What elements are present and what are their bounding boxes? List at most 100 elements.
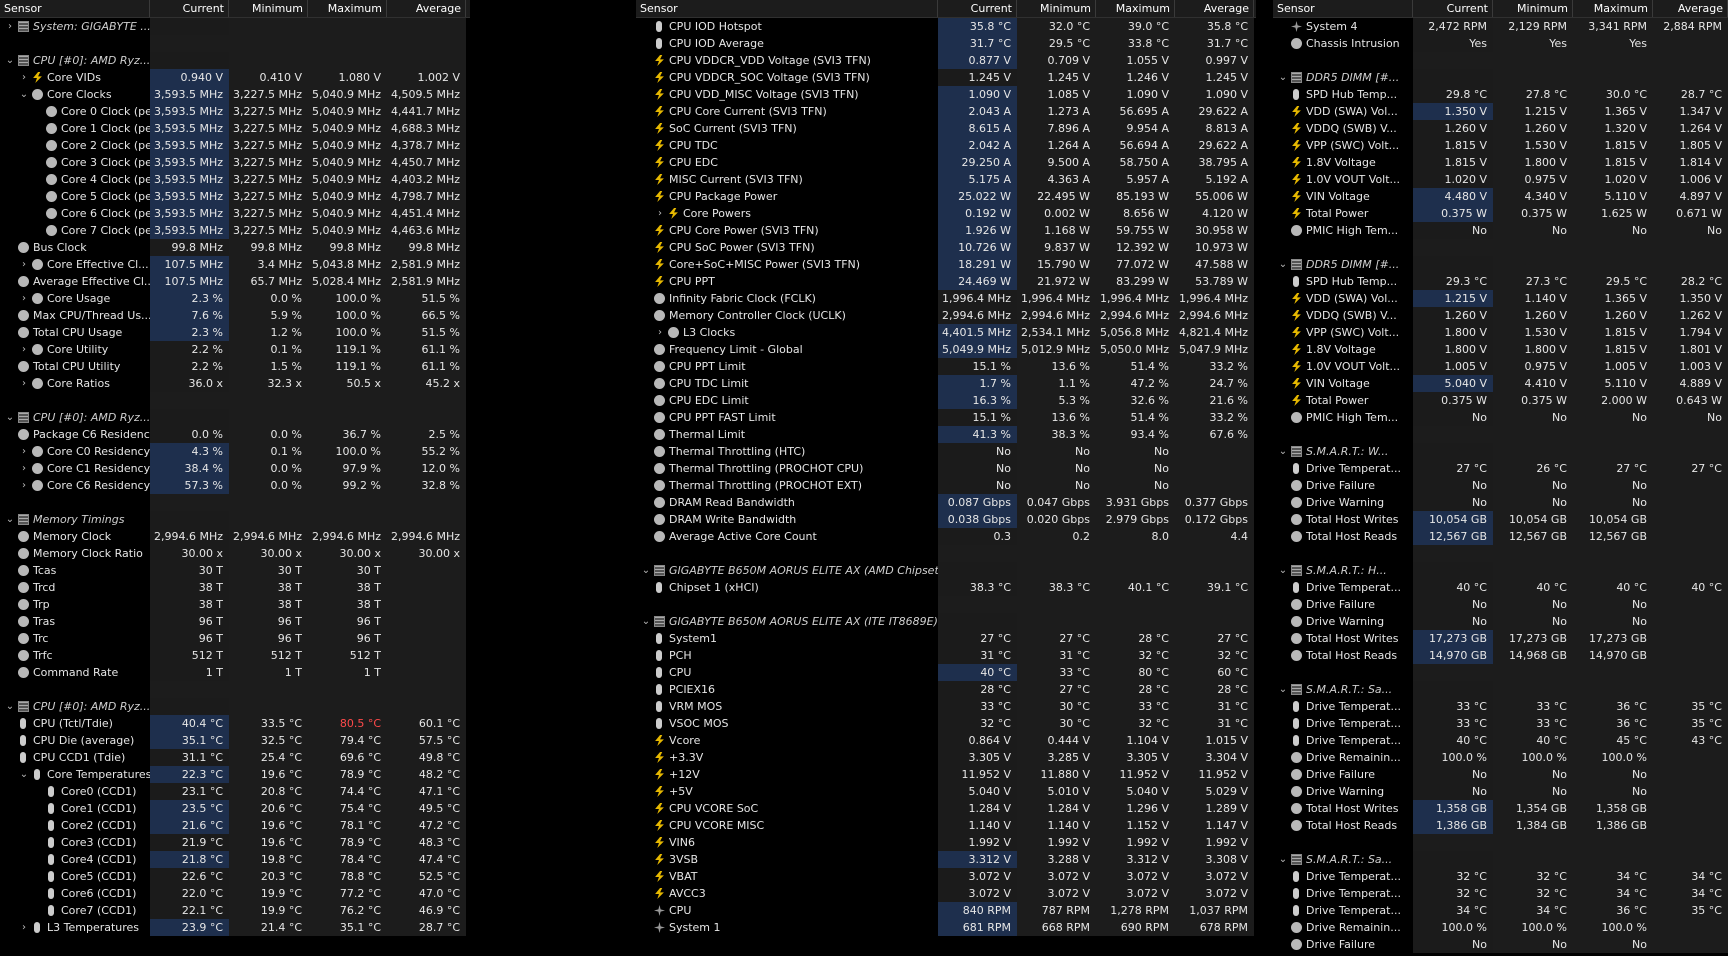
group-header-row[interactable]: ⌄ S.M.A.R.T.: W...	[1273, 443, 1728, 460]
sensor-pane-1[interactable]: Sensor Current Minimum Maximum Average › Syste…	[0, 0, 470, 956]
sensor-row[interactable]: AVCC3 3.072 V 3.072 V 3.072 V 3.072 V	[636, 885, 1256, 902]
sensor-row[interactable]: Chipset 1 (xHCI) 38.3 °C 38.3 °C 40.1 °C 39.…	[636, 579, 1256, 596]
expand-arrow-icon[interactable]: ›	[18, 477, 30, 494]
group-header-row[interactable]: ⌄ GIGABYTE B650M AORUS ELITE AX (ITE IT86…	[636, 613, 1256, 630]
sensor-name-cell[interactable]: SoC Current (SVI3 TFN)	[636, 120, 938, 137]
sensor-row[interactable]: Thermal Throttling (PROCHOT CPU) No No No	[636, 460, 1256, 477]
sensor-name-cell[interactable]: Drive Temperat...	[1273, 460, 1413, 477]
sensor-row[interactable]: Infinity Fabric Clock (FCLK) 1,996.4 MHz 1…	[636, 290, 1256, 307]
sensor-row[interactable]: Trp 38 T 38 T 38 T	[0, 596, 470, 613]
group-header-row[interactable]: ⌄ S.M.A.R.T.: H...	[1273, 562, 1728, 579]
sensor-name-cell[interactable]: PMIC High Tem...	[1273, 409, 1413, 426]
sensor-row[interactable]: Core2 (CCD1) 21.6 °C 19.6 °C 78.1 °C 47.2 °C	[0, 817, 470, 834]
sensor-row[interactable]: VDD (SWA) Vol... 1.350 V 1.215 V 1.365 V 1.3…	[1273, 103, 1728, 120]
sensor-row[interactable]: CPU CCD1 (Tdie) 31.1 °C 25.4 °C 69.6 °C 49.8…	[0, 749, 470, 766]
sensor-row[interactable]: Vcore 0.864 V 0.444 V 1.104 V 1.015 V	[636, 732, 1256, 749]
sensor-row[interactable]: Core 3 Clock (per...3,593.5 MHz3,227.5 M…	[0, 154, 470, 171]
sensor-name-cell[interactable]: VIN Voltage	[1273, 188, 1413, 205]
sensor-row[interactable]: Chassis Intrusion Yes Yes Yes	[1273, 35, 1728, 52]
sensor-row[interactable]: CPU Die (average) 35.1 °C 32.5 °C 79.4 °C 57…	[0, 732, 470, 749]
sensor-row[interactable]: +12V 11.952 V 11.880 V 11.952 V 11.952 V	[636, 766, 1256, 783]
group-header-row[interactable]: ⌄ CPU [#0]: AMD Ryz...	[0, 409, 470, 426]
sensor-name-cell[interactable]: Memory Controller Clock (UCLK)	[636, 307, 938, 324]
sensor-name-cell[interactable]: › Core C1 Residency	[0, 460, 150, 477]
sensor-row[interactable]: Drive Temperat... 27 °C 26 °C 27 °C 27 °C	[1273, 460, 1728, 477]
sensor-row[interactable]: Core5 (CCD1) 22.6 °C 20.3 °C 78.8 °C 52.5 °C	[0, 868, 470, 885]
sensor-row[interactable]: VBAT 3.072 V 3.072 V 3.072 V 3.072 V	[636, 868, 1256, 885]
sensor-name-cell[interactable]: 3VSB	[636, 851, 938, 868]
sensor-row[interactable]: Memory Clock 2,994.6 MHz 2,994.6 MHz 2,994.…	[0, 528, 470, 545]
sensor-name-cell[interactable]: Total Host Reads	[1273, 817, 1413, 834]
sensor-name-cell[interactable]: Drive Temperat...	[1273, 579, 1413, 596]
collapse-arrow-icon[interactable]: ⌄	[1277, 256, 1289, 273]
sensor-name-cell[interactable]: Drive Temperat...	[1273, 698, 1413, 715]
sensor-name-cell[interactable]: ⌄ Core Temperatures	[0, 766, 150, 783]
sensor-name-cell[interactable]: CPU VCORE SoC	[636, 800, 938, 817]
sensor-row[interactable]: Core+SoC+MISC Power (SVI3 TFN) 18.291 W 15…	[636, 256, 1256, 273]
sensor-row[interactable]: CPU 840 RPM 787 RPM 1,278 RPM 1,037 RPM	[636, 902, 1256, 919]
sensor-name-cell[interactable]: Chipset 1 (xHCI)	[636, 579, 938, 596]
sensor-row[interactable]: DRAM Read Bandwidth 0.087 Gbps 0.047 Gbps 3…	[636, 494, 1256, 511]
sensor-row[interactable]: Total CPU Utility 2.2 % 1.5 % 119.1 % 61.1 %	[0, 358, 470, 375]
sensor-row[interactable]: › Core C0 Residency 4.3 % 0.1 % 100.0 % 55.2 …	[0, 443, 470, 460]
sensor-name-cell[interactable]: ⌄ CPU [#0]: AMD Ryz...	[0, 409, 150, 426]
sensor-pane-2[interactable]: Sensor Current Minimum Maximum Average CPU IO…	[636, 0, 1256, 956]
sensor-name-cell[interactable]: Core 7 Clock (per...	[0, 222, 150, 239]
sensor-row[interactable]: VDD (SWA) Vol... 1.215 V 1.140 V 1.365 V 1.3…	[1273, 290, 1728, 307]
sensor-row[interactable]: CPU VCORE MISC 1.140 V 1.140 V 1.152 V 1.147…	[636, 817, 1256, 834]
sensor-name-cell[interactable]: CPU PPT FAST Limit	[636, 409, 938, 426]
collapse-arrow-icon[interactable]: ⌄	[4, 409, 16, 426]
header-average[interactable]: Average	[1175, 0, 1254, 17]
sensor-row[interactable]: Memory Clock Ratio 30.00 x 30.00 x 30.00 x3…	[0, 545, 470, 562]
sensor-name-cell[interactable]: CPU Core Current (SVI3 TFN)	[636, 103, 938, 120]
header-minimum[interactable]: Minimum	[1493, 0, 1573, 17]
sensor-row[interactable]: Command Rate 1 T1 T1 T	[0, 664, 470, 681]
collapse-arrow-icon[interactable]: ⌄	[4, 698, 16, 715]
sensor-name-cell[interactable]: Package C6 Residency	[0, 426, 150, 443]
header-maximum[interactable]: Maximum	[1096, 0, 1175, 17]
sensor-row[interactable]: Core6 (CCD1) 22.0 °C 19.9 °C 77.2 °C 47.0 °C	[0, 885, 470, 902]
sensor-name-cell[interactable]: Average Active Core Count	[636, 528, 938, 545]
sensor-row[interactable]: VIN Voltage 4.480 V 4.340 V 5.110 V 4.897 V	[1273, 188, 1728, 205]
sensor-name-cell[interactable]: CPU PPT Limit	[636, 358, 938, 375]
sensor-name-cell[interactable]: Core+SoC+MISC Power (SVI3 TFN)	[636, 256, 938, 273]
sensor-row[interactable]: CPU 40 °C 33 °C 80 °C 60 °C	[636, 664, 1256, 681]
sensor-name-cell[interactable]: Core0 (CCD1)	[0, 783, 150, 800]
sensor-name-cell[interactable]: CPU Core Power (SVI3 TFN)	[636, 222, 938, 239]
header-current[interactable]: Current	[1413, 0, 1493, 17]
sensor-name-cell[interactable]: Drive Temperat...	[1273, 902, 1413, 919]
sensor-row[interactable]: Drive Failure No No No	[1273, 477, 1728, 494]
sensor-name-cell[interactable]: System 1	[636, 919, 938, 936]
sensor-name-cell[interactable]: Average Effective Cl...	[0, 273, 150, 290]
sensor-name-cell[interactable]: AVCC3	[636, 885, 938, 902]
sensor-name-cell[interactable]: Drive Temperat...	[1273, 885, 1413, 902]
sensor-name-cell[interactable]: › Core C0 Residency	[0, 443, 150, 460]
group-header-row[interactable]: ⌄ Memory Timings	[0, 511, 470, 528]
sensor-name-cell[interactable]: Memory Clock Ratio	[0, 545, 150, 562]
sensor-row[interactable]: CPU SoC Power (SVI3 TFN) 10.726 W 9.837 W1…	[636, 239, 1256, 256]
sensor-name-cell[interactable]: DRAM Read Bandwidth	[636, 494, 938, 511]
collapse-arrow-icon[interactable]: ⌄	[640, 613, 652, 630]
header-current[interactable]: Current	[938, 0, 1017, 17]
sensor-row[interactable]: Drive Failure No No No	[1273, 936, 1728, 953]
sensor-row[interactable]: › Core Powers 0.192 W 0.002 W 8.656 W 4.120 W	[636, 205, 1256, 222]
sensor-row[interactable]: Total Power 0.375 W 0.375 W 2.000 W 0.643 W	[1273, 392, 1728, 409]
sensor-row[interactable]: CPU IOD Average 31.7 °C 29.5 °C 33.8 °C 31.7…	[636, 35, 1256, 52]
sensor-name-cell[interactable]: Core1 (CCD1)	[0, 800, 150, 817]
sensor-row[interactable]: Drive Temperat... 33 °C 33 °C 36 °C 35 °C	[1273, 715, 1728, 732]
sensor-row[interactable]: Total Host Writes 1,358 GB 1,354 GB 1,358 G…	[1273, 800, 1728, 817]
sensor-name-cell[interactable]: CPU TDC	[636, 137, 938, 154]
sensor-name-cell[interactable]: Trcd	[0, 579, 150, 596]
sensor-row[interactable]: System1 27 °C 27 °C 28 °C 27 °C	[636, 630, 1256, 647]
sensor-name-cell[interactable]: CPU IOD Hotspot	[636, 18, 938, 35]
sensor-name-cell[interactable]: › Core Usage	[0, 290, 150, 307]
sensor-name-cell[interactable]: Drive Failure	[1273, 936, 1413, 953]
sensor-name-cell[interactable]: Total Host Writes	[1273, 511, 1413, 528]
sensor-row[interactable]: CPU PPT FAST Limit 15.1 % 13.6 % 51.4 % 33.2…	[636, 409, 1256, 426]
sensor-name-cell[interactable]: Total CPU Utility	[0, 358, 150, 375]
sensor-name-cell[interactable]: Command Rate	[0, 664, 150, 681]
sensor-name-cell[interactable]: VRM MOS	[636, 698, 938, 715]
sensor-name-cell[interactable]: Trfc	[0, 647, 150, 664]
sensor-name-cell[interactable]: Drive Temperat...	[1273, 868, 1413, 885]
sensor-name-cell[interactable]: VPP (SWC) Volt...	[1273, 324, 1413, 341]
